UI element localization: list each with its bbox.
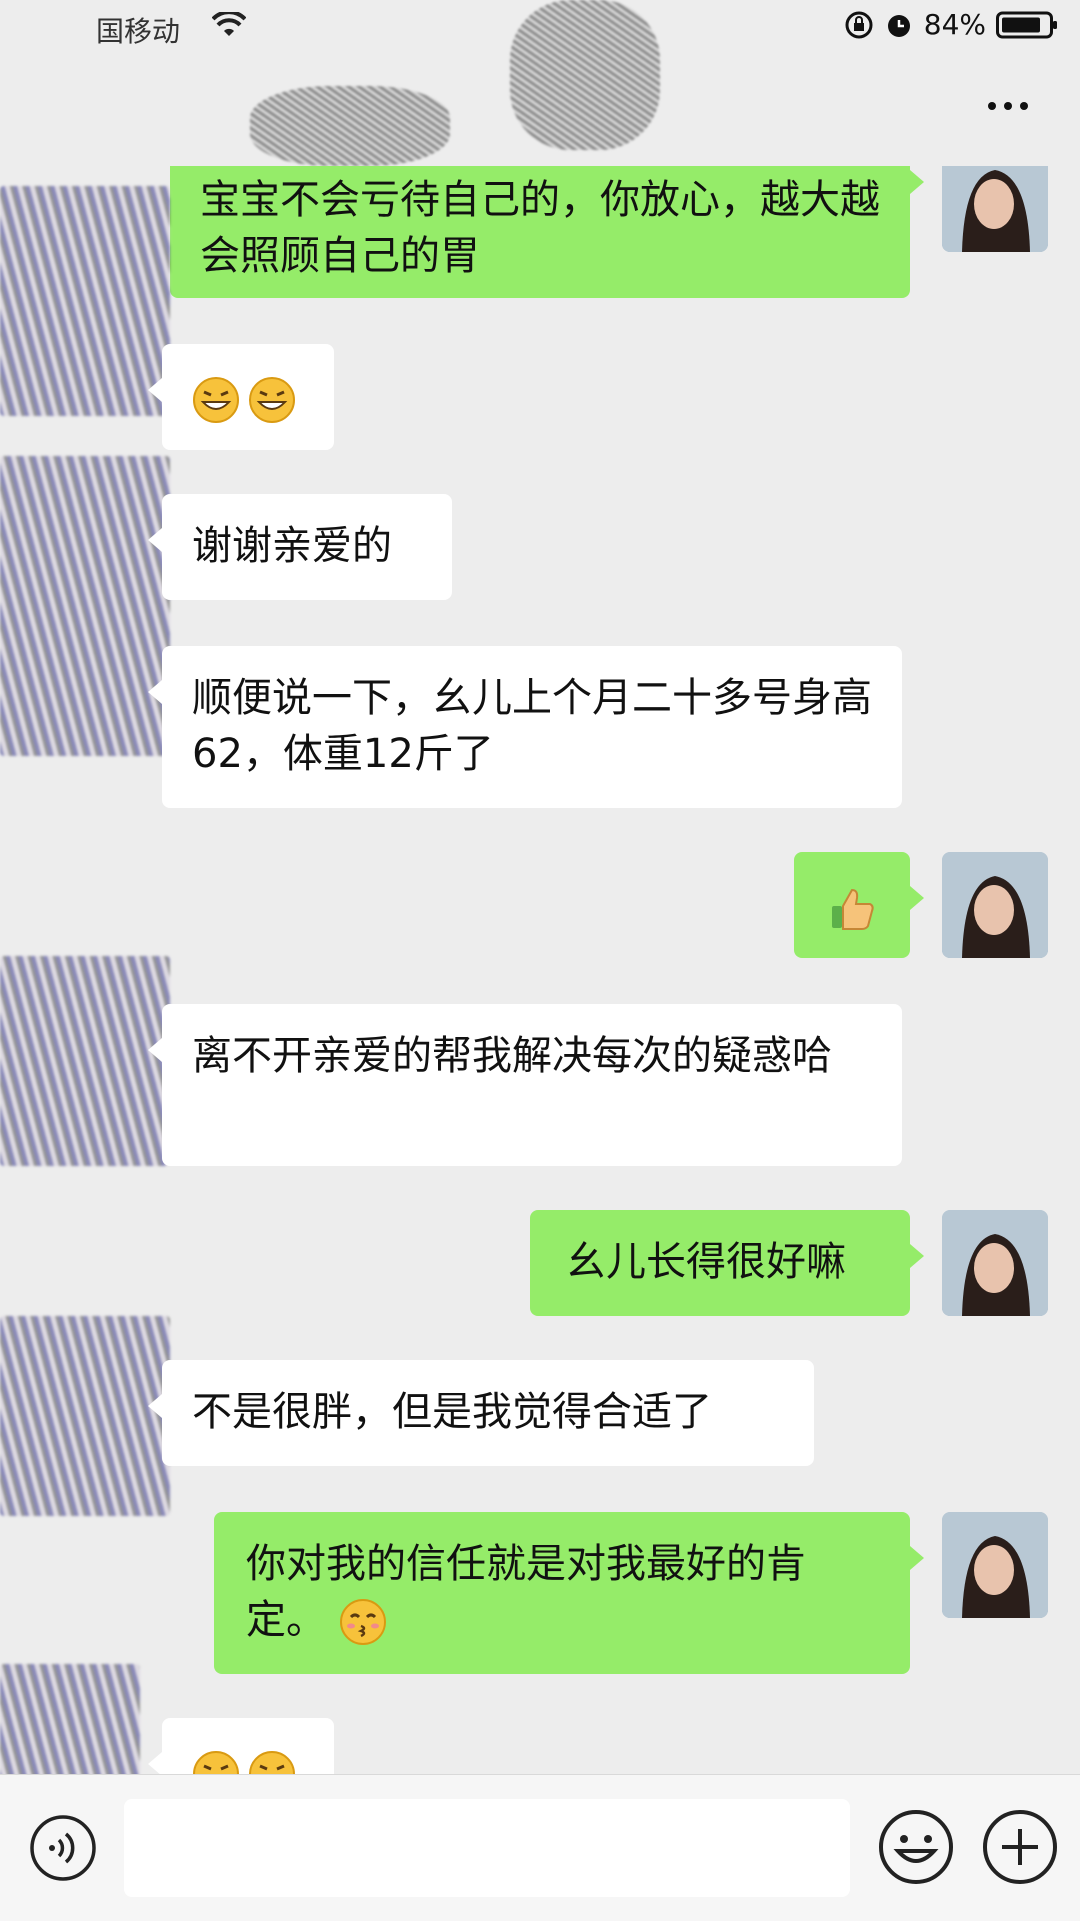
voice-input-icon[interactable] [28, 1813, 98, 1883]
battery-percentage: 84% [923, 8, 986, 41]
more-options-icon[interactable] [984, 94, 1032, 118]
avatar-self[interactable] [942, 1210, 1048, 1316]
message-list[interactable]: 宝宝不会亏待自己的，你放心，越大越会照顾自己的胃 谢谢亲爱的 顺便说一下，幺儿上… [0, 166, 1080, 1774]
avatar-photo-icon [942, 1512, 1048, 1618]
wifi-icon [212, 12, 246, 36]
avatar-contact[interactable] [0, 456, 170, 756]
message-bubble-sent[interactable]: 幺儿长得很好嘛 [530, 1210, 924, 1316]
message-bubble-received[interactable]: 不是很胖，但是我觉得合适了 [148, 1360, 814, 1466]
grin-emoji [193, 1751, 239, 1774]
thumbs-up-emoji [832, 888, 874, 930]
avatar-photo-icon [942, 166, 1048, 252]
avatar-self[interactable] [942, 1512, 1048, 1618]
rotation-lock-icon [845, 11, 873, 38]
avatar-contact[interactable] [0, 1664, 140, 1774]
message-bubble-sent[interactable]: 宝宝不会亏待自己的，你放心，越大越会照顾自己的胃 [170, 166, 924, 298]
message-bubble-received[interactable] [148, 344, 334, 450]
redaction-smudge [510, 0, 660, 150]
grin-emoji [249, 1751, 295, 1774]
avatar-self[interactable] [942, 852, 1048, 958]
carrier-label: 国移动 [96, 15, 181, 48]
more-actions-plus-icon[interactable] [980, 1807, 1060, 1887]
redaction-smudge [250, 86, 450, 166]
avatar-photo-icon [942, 1210, 1048, 1316]
message-input[interactable] [124, 1799, 850, 1897]
message-bubble-received[interactable]: 谢谢亲爱的 [148, 494, 452, 600]
message-bubble-received[interactable] [148, 1718, 334, 1774]
message-bubble-sent[interactable] [794, 852, 924, 958]
message-bubble-received[interactable]: 离不开亲爱的帮我解决每次的疑惑哈 [148, 1004, 902, 1166]
message-bubble-received[interactable]: 顺便说一下，幺儿上个月二十多号身高62，体重12斤了 [148, 646, 902, 808]
avatar-contact[interactable] [0, 956, 170, 1166]
input-bar [0, 1774, 1080, 1921]
message-text: 幺儿长得很好嘛 [566, 1239, 846, 1285]
avatar-contact[interactable] [0, 1316, 170, 1516]
message-text: 顺便说一下，幺儿上个月二十多号身高62，体重12斤了 [192, 675, 872, 777]
grin-emoji [249, 377, 295, 423]
avatar-self[interactable] [942, 166, 1048, 252]
grin-emoji [193, 377, 239, 423]
message-text: 谢谢亲爱的 [192, 523, 392, 569]
kiss-emoji [339, 1599, 386, 1645]
message-text: 你对我的信任就是对我最好的肯定。 [246, 1541, 806, 1643]
message-bubble-sent[interactable]: 你对我的信任就是对我最好的肯定。 [214, 1512, 924, 1674]
emoji-picker-icon[interactable] [876, 1807, 956, 1887]
message-text: 离不开亲爱的帮我解决每次的疑惑哈 [192, 1033, 832, 1079]
battery-icon [996, 11, 1057, 38]
chat-header [0, 0, 1080, 166]
alarm-icon [887, 14, 910, 37]
avatar-contact[interactable] [0, 186, 170, 416]
avatar-photo-icon [942, 852, 1048, 958]
message-text: 宝宝不会亏待自己的，你放心，越大越会照顾自己的胃 [200, 177, 880, 279]
message-text: 不是很胖，但是我觉得合适了 [192, 1389, 712, 1435]
status-right-group: 84% [844, 8, 1058, 41]
